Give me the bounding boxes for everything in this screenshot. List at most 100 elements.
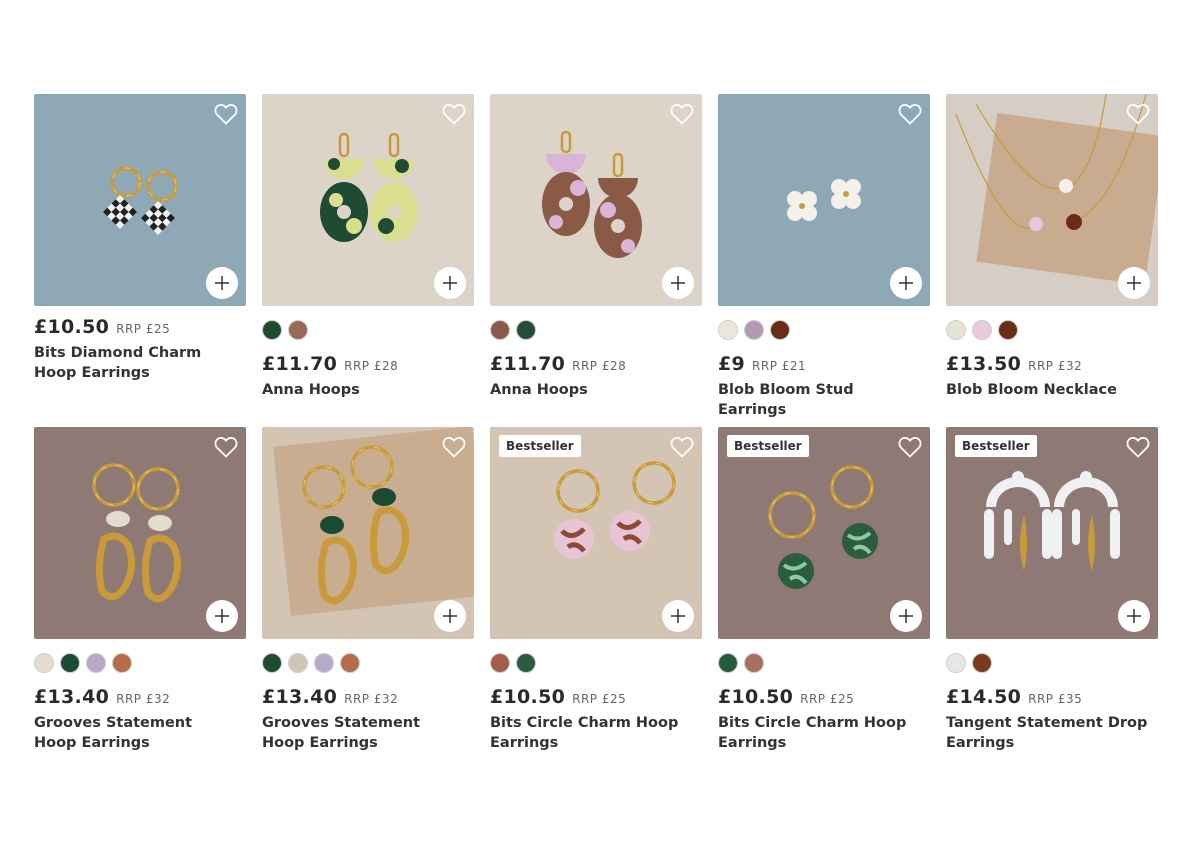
bestseller-badge: Bestseller	[499, 435, 581, 457]
product-price: £11.70	[490, 353, 566, 375]
product-name[interactable]: Bits Circle Charm Hoop Earrings	[718, 713, 923, 753]
heart-outline-icon[interactable]	[214, 436, 238, 458]
heart-outline-icon[interactable]	[442, 103, 466, 125]
product-name[interactable]: Bits Circle Charm Hoop Earrings	[490, 713, 695, 753]
product-card-10[interactable]: Bestseller £14.50 RRP £35 Tangent Statem…	[946, 427, 1159, 760]
add-to-cart-button[interactable]	[206, 600, 238, 632]
plus-icon	[215, 276, 229, 290]
product-price: £14.50	[946, 686, 1022, 708]
product-rrp: RRP £21	[752, 359, 807, 373]
color-swatch[interactable]	[262, 653, 282, 673]
product-image[interactable]	[718, 94, 930, 306]
color-swatch[interactable]	[718, 320, 738, 340]
color-swatch[interactable]	[972, 653, 992, 673]
add-to-cart-button[interactable]	[206, 267, 238, 299]
color-swatches	[34, 653, 247, 675]
product-image[interactable]	[262, 427, 474, 639]
color-swatch[interactable]	[34, 653, 54, 673]
product-grid: £10.50 RRP £25 Bits Diamond Charm Hoop E…	[34, 94, 1164, 760]
color-swatch[interactable]	[288, 320, 308, 340]
color-swatches	[262, 320, 475, 342]
color-swatch[interactable]	[972, 320, 992, 340]
product-card-8[interactable]: Bestseller £10.50 RRP £25 Bits Circle Ch…	[490, 427, 703, 760]
product-image[interactable]	[34, 427, 246, 639]
add-to-cart-button[interactable]	[1118, 600, 1150, 632]
color-swatch[interactable]	[516, 653, 536, 673]
product-name[interactable]: Tangent Statement Drop Earrings	[946, 713, 1151, 753]
product-name[interactable]: Bits Diamond Charm Hoop Earrings	[34, 343, 239, 383]
price-row: £14.50 RRP £35	[946, 686, 1159, 708]
color-swatch[interactable]	[744, 320, 764, 340]
product-image[interactable]: Bestseller	[946, 427, 1158, 639]
product-card-3[interactable]: £11.70 RRP £28 Anna Hoops	[490, 94, 703, 427]
color-swatch[interactable]	[314, 653, 334, 673]
heart-outline-icon[interactable]	[1126, 436, 1150, 458]
add-to-cart-button[interactable]	[662, 267, 694, 299]
color-swatch[interactable]	[86, 653, 106, 673]
add-to-cart-button[interactable]	[890, 600, 922, 632]
heart-outline-icon[interactable]	[1126, 103, 1150, 125]
color-swatch[interactable]	[946, 653, 966, 673]
product-image[interactable]: Bestseller	[490, 427, 702, 639]
color-swatch[interactable]	[262, 320, 282, 340]
heart-outline-icon[interactable]	[670, 436, 694, 458]
product-rrp: RRP £35	[1028, 692, 1083, 706]
product-rrp: RRP £25	[800, 692, 855, 706]
product-image[interactable]: Bestseller	[718, 427, 930, 639]
heart-outline-icon[interactable]	[214, 103, 238, 125]
product-name[interactable]: Anna Hoops	[490, 380, 695, 400]
product-name[interactable]: Blob Bloom Necklace	[946, 380, 1151, 400]
product-card-4[interactable]: £9 RRP £21 Blob Bloom Stud Earrings	[718, 94, 931, 427]
color-swatch[interactable]	[744, 653, 764, 673]
color-swatch[interactable]	[946, 320, 966, 340]
add-to-cart-button[interactable]	[434, 600, 466, 632]
product-card-7[interactable]: £13.40 RRP £32 Grooves Statement Hoop Ea…	[262, 427, 475, 760]
product-image[interactable]	[490, 94, 702, 306]
plus-icon	[1127, 276, 1141, 290]
color-swatch[interactable]	[340, 653, 360, 673]
product-name[interactable]: Blob Bloom Stud Earrings	[718, 380, 923, 420]
color-swatch[interactable]	[112, 653, 132, 673]
color-swatches	[490, 320, 703, 342]
plus-icon	[899, 276, 913, 290]
product-price: £11.70	[262, 353, 338, 375]
color-swatch[interactable]	[490, 320, 510, 340]
product-image[interactable]	[946, 94, 1158, 306]
plus-icon	[1127, 609, 1141, 623]
color-swatch[interactable]	[718, 653, 738, 673]
add-to-cart-button[interactable]	[1118, 267, 1150, 299]
product-price: £13.40	[34, 686, 110, 708]
add-to-cart-button[interactable]	[890, 267, 922, 299]
product-card-2[interactable]: £11.70 RRP £28 Anna Hoops	[262, 94, 475, 427]
price-row: £10.50 RRP £25	[490, 686, 703, 708]
heart-outline-icon[interactable]	[670, 103, 694, 125]
product-card-1[interactable]: £10.50 RRP £25 Bits Diamond Charm Hoop E…	[34, 94, 247, 427]
color-swatch[interactable]	[288, 653, 308, 673]
color-swatches	[262, 653, 475, 675]
color-swatch[interactable]	[516, 320, 536, 340]
color-swatches	[946, 320, 1159, 342]
product-rrp: RRP £25	[572, 692, 627, 706]
product-card-9[interactable]: Bestseller £10.50 RRP £25 Bits Circle Ch…	[718, 427, 931, 760]
color-swatches	[718, 320, 931, 342]
color-swatch[interactable]	[490, 653, 510, 673]
product-name[interactable]: Grooves Statement Hoop Earrings	[34, 713, 239, 753]
product-card-5[interactable]: £13.50 RRP £32 Blob Bloom Necklace	[946, 94, 1159, 427]
product-card-6[interactable]: £13.40 RRP £32 Grooves Statement Hoop Ea…	[34, 427, 247, 760]
price-row: £10.50 RRP £25	[34, 316, 247, 338]
product-image[interactable]	[262, 94, 474, 306]
price-row: £9 RRP £21	[718, 353, 931, 375]
product-name[interactable]: Grooves Statement Hoop Earrings	[262, 713, 467, 753]
product-name[interactable]: Anna Hoops	[262, 380, 467, 400]
color-swatch[interactable]	[770, 320, 790, 340]
product-image[interactable]	[34, 94, 246, 306]
heart-outline-icon[interactable]	[898, 103, 922, 125]
product-price: £10.50	[718, 686, 794, 708]
add-to-cart-button[interactable]	[434, 267, 466, 299]
heart-outline-icon[interactable]	[898, 436, 922, 458]
heart-outline-icon[interactable]	[442, 436, 466, 458]
color-swatch[interactable]	[998, 320, 1018, 340]
product-rrp: RRP £32	[116, 692, 171, 706]
color-swatch[interactable]	[60, 653, 80, 673]
add-to-cart-button[interactable]	[662, 600, 694, 632]
